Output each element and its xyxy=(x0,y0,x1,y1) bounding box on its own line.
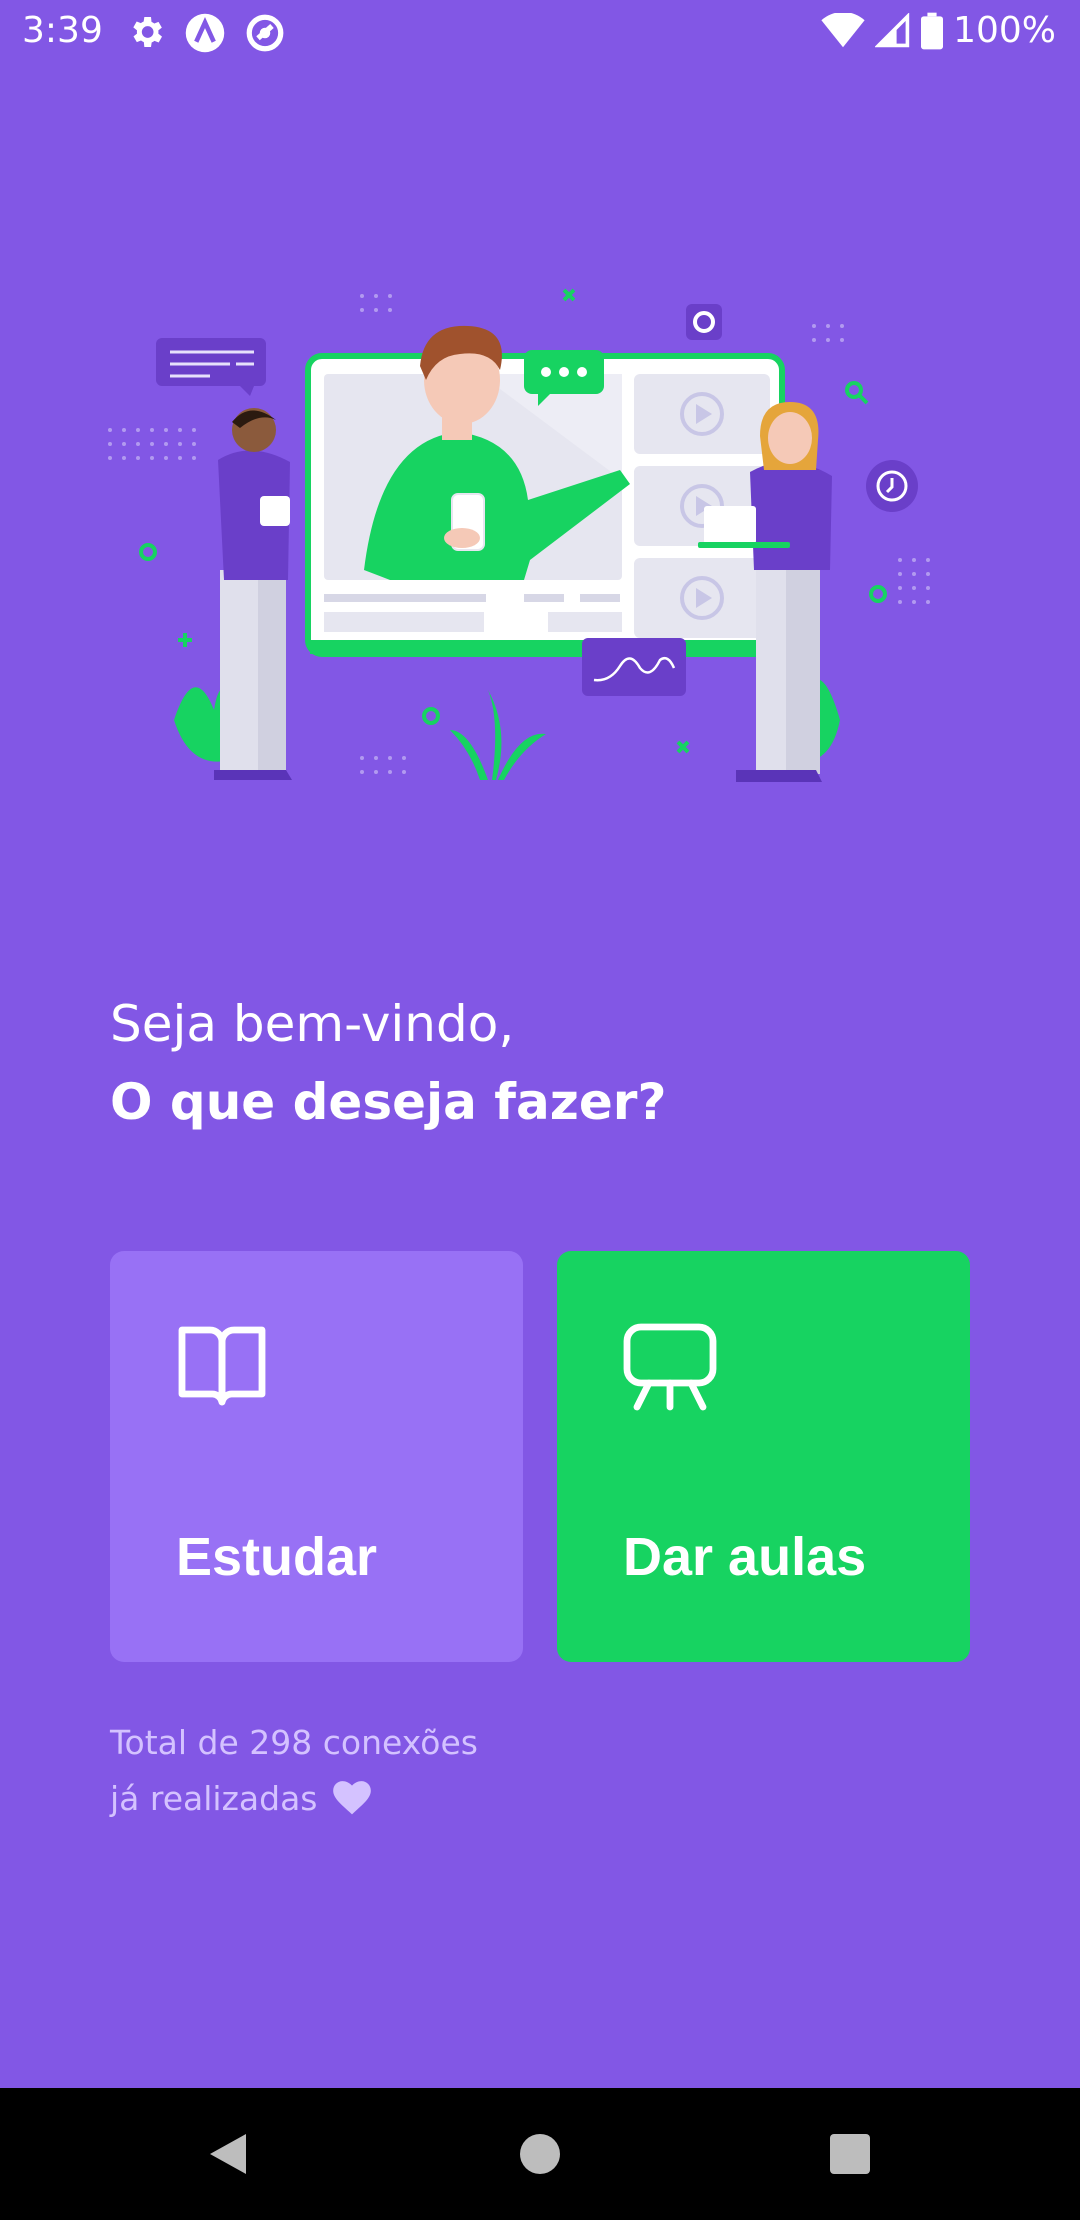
settings-gear-icon xyxy=(133,17,162,47)
wifi-icon xyxy=(821,12,865,47)
home-circle-icon xyxy=(520,2134,560,2174)
recents-square-icon xyxy=(830,2134,870,2174)
greeting-line-welcome: Seja bem-vindo, xyxy=(110,995,515,1053)
connections-counter: Total de 298 conexões já realizadas xyxy=(110,1715,478,1827)
battery-icon xyxy=(921,12,944,49)
study-button-label: Estudar xyxy=(176,1527,378,1587)
system-navigation-bar xyxy=(0,2088,1080,2220)
battery-percentage: 100% xyxy=(953,10,1056,51)
book-open-icon xyxy=(178,1326,266,1406)
heart-icon xyxy=(332,1781,371,1815)
nav-home-button[interactable] xyxy=(470,2088,610,2220)
connections-done-line: já realizadas xyxy=(110,1771,478,1827)
nav-recents-button[interactable] xyxy=(780,2088,920,2220)
teach-button[interactable]: Dar aulas xyxy=(557,1251,970,1662)
presentation-board-icon xyxy=(623,1323,717,1411)
status-notification-icons xyxy=(126,12,286,54)
connections-done-text: já realizadas xyxy=(110,1779,318,1818)
study-button[interactable]: Estudar xyxy=(110,1251,523,1662)
landing-illustration xyxy=(108,288,930,782)
status-bar: 3:39 100% xyxy=(0,0,1080,68)
teach-button-label: Dar aulas xyxy=(623,1527,867,1587)
app-icon xyxy=(185,13,225,53)
status-time: 3:39 xyxy=(22,10,103,51)
greeting-line-question: O que deseja fazer? xyxy=(110,1073,667,1131)
greeting: Seja bem-vindo, O que deseja fazer? xyxy=(110,985,666,1141)
nav-back-button[interactable] xyxy=(158,2088,298,2220)
status-system-icons: 100% xyxy=(821,10,1056,51)
sync-icon xyxy=(246,14,284,52)
signal-icon xyxy=(875,12,910,47)
back-triangle-icon xyxy=(210,2134,246,2174)
connections-total-text: Total de 298 conexões xyxy=(110,1723,478,1762)
